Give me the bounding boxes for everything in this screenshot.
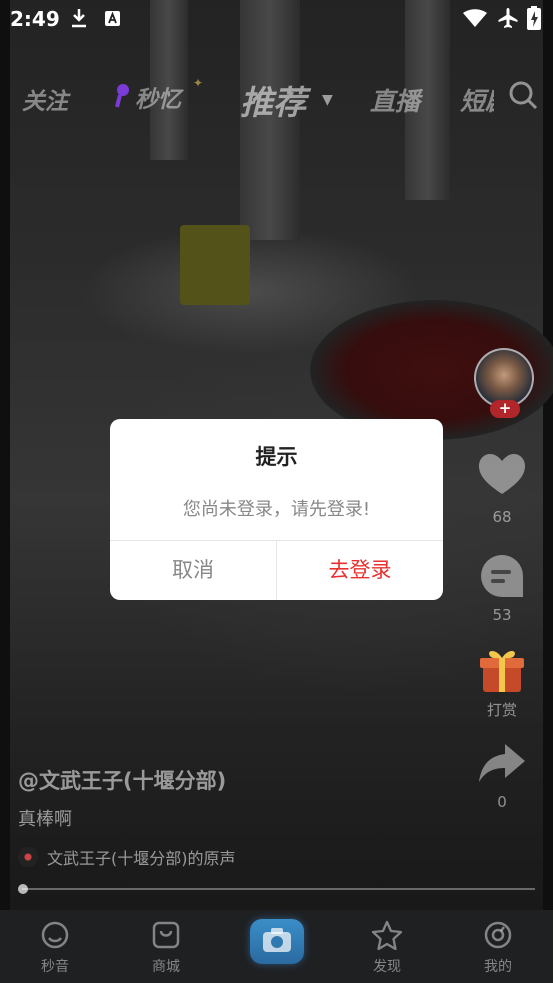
progress-knob[interactable]: [18, 884, 28, 894]
cancel-button[interactable]: 取消: [110, 541, 276, 600]
tab-shop-label: 商城: [152, 959, 180, 975]
bottom-tab-bar: 秒音 商城 发现 我的: [0, 910, 553, 983]
download-icon: [72, 9, 86, 28]
video-description: 真棒啊: [18, 809, 72, 830]
tab-miaoyi[interactable]: 秒忆: [135, 80, 181, 114]
author-name[interactable]: @文武王子(十堰分部): [18, 765, 538, 795]
camera-icon: [263, 928, 291, 952]
chevron-down-icon[interactable]: ▼: [322, 92, 333, 108]
tab-follow[interactable]: 关注: [22, 82, 68, 116]
sparkle-icon: ✦: [193, 76, 204, 90]
comment-count: 53: [492, 606, 512, 624]
tab-home-label: 秒音: [41, 959, 69, 975]
battery-charging-icon: [527, 6, 541, 30]
status-time: 2:49: [10, 7, 60, 31]
tab-discover[interactable]: 发现: [352, 920, 422, 976]
tab-profile[interactable]: 我的: [463, 920, 533, 976]
like-count: 68: [492, 508, 512, 526]
shop-icon: [152, 921, 180, 949]
profile-icon: [484, 921, 512, 949]
login-button[interactable]: 去登录: [277, 541, 443, 600]
music-row[interactable]: 文武王子(十堰分部)的原声: [18, 845, 538, 869]
music-disc-icon: [18, 847, 38, 867]
video-info: @文武王子(十堰分部) 真棒啊 文武王子(十堰分部)的原声: [18, 765, 538, 869]
tab-home[interactable]: 秒音: [20, 920, 90, 976]
star-icon: [371, 920, 403, 950]
home-icon: [41, 921, 69, 949]
tab-discover-label: 发现: [373, 959, 401, 975]
search-icon[interactable]: [508, 80, 538, 110]
gift-icon[interactable]: [469, 646, 535, 694]
airplane-icon: [498, 8, 518, 28]
video-progress-bar[interactable]: [18, 884, 535, 894]
status-bar: 2:49: [0, 0, 553, 38]
tab-live[interactable]: 直播: [370, 82, 420, 118]
music-title: 文武王子(十堰分部)的原声: [47, 849, 236, 868]
gift-label: 打赏: [486, 701, 517, 719]
wifi-icon: [463, 9, 487, 27]
follow-button[interactable]: +: [490, 400, 520, 418]
tab-profile-label: 我的: [484, 959, 512, 975]
dialog-message: 您尚未登录，请先登录!: [182, 499, 371, 520]
heart-icon[interactable]: [469, 450, 535, 498]
tab-recommend[interactable]: 推荐: [240, 76, 306, 124]
a-badge-icon: [105, 11, 120, 26]
comment-icon[interactable]: [469, 553, 535, 599]
camera-button[interactable]: [250, 919, 304, 964]
tab-short-drama[interactable]: 短剧: [460, 82, 494, 118]
tab-shop[interactable]: 商城: [131, 920, 201, 976]
dialog-title: 提示: [255, 445, 298, 469]
login-prompt-dialog: 提示 您尚未登录，请先登录! 取消 去登录: [110, 419, 443, 600]
top-nav: 关注 秒忆 ✦ 推荐 ▼ 直播 短剧: [0, 70, 553, 125]
miaoyi-logo-icon: [115, 84, 129, 108]
